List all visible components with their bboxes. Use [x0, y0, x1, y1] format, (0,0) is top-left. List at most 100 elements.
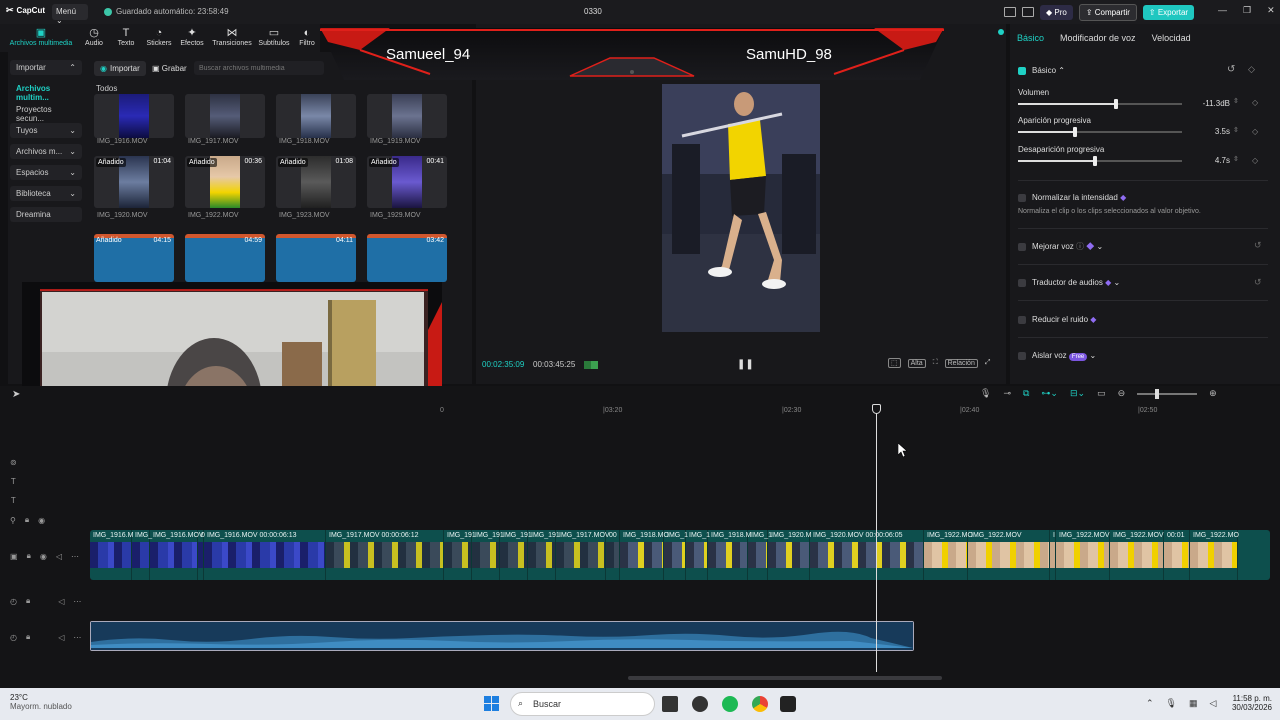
lock-icon[interactable]: ⊚	[10, 458, 17, 467]
more-icon[interactable]: ⋯	[73, 633, 81, 642]
chevron-up-icon[interactable]: ⌃	[1146, 698, 1154, 709]
timeline-clip[interactable]: IMG_1	[748, 530, 772, 580]
tab-transitions[interactable]: ⋈ Transiciones	[210, 27, 254, 47]
reset-icon[interactable]: ↺	[1254, 277, 1262, 288]
layout-icon[interactable]	[1004, 7, 1016, 17]
media-search-input[interactable]	[194, 61, 324, 75]
quality-button[interactable]: Alta	[907, 358, 926, 368]
stepper-icon[interactable]: ⇳	[1233, 97, 1239, 105]
slider-knob[interactable]	[1093, 156, 1098, 166]
timeline-clip[interactable]: IMG_1916.MOV	[150, 530, 204, 580]
reset-icon[interactable]: ↺	[1227, 64, 1235, 75]
zoom-knob[interactable]	[1155, 388, 1160, 399]
reset-icon[interactable]: ↺	[1254, 240, 1262, 251]
zoom-out-icon[interactable]: ⊖	[1118, 388, 1126, 399]
translate-checkbox[interactable]	[1018, 278, 1026, 287]
isolate-voice-row[interactable]: Aislar voz Free ⌄	[1018, 351, 1096, 361]
enhance-checkbox[interactable]	[1018, 242, 1026, 251]
lock-icon[interactable]: 🔒︎	[25, 515, 29, 525]
minimize-icon[interactable]: —	[1218, 5, 1227, 16]
zoom-in-icon[interactable]: ⊕	[1209, 388, 1217, 399]
side-item-subprojects[interactable]: Proyectos secun...	[10, 102, 82, 123]
video-track[interactable]: IMG_1916.M IMG_ IMG_1916.MOV 0 IMG_1916.MOV …	[90, 530, 1270, 580]
video-track-icon[interactable]: ▣	[10, 552, 18, 561]
tab-filter[interactable]: ◐ Filtro	[296, 27, 318, 47]
timeline-clip[interactable]: IMG_1922.MO	[1190, 530, 1239, 580]
export-button[interactable]: ⇧ Exportar	[1142, 4, 1195, 20]
timeline-clip[interactable]: IMG_191	[444, 530, 476, 580]
shortcuts-icon[interactable]	[1022, 7, 1034, 17]
side-item-media[interactable]: Archivos multim...	[10, 81, 82, 102]
media-thumb[interactable]	[94, 94, 174, 138]
magnet-icon[interactable]: ⧉	[1023, 388, 1029, 399]
taskbar-clock[interactable]: 11:58 p. m. 30/03/2026	[1226, 694, 1272, 712]
zoom-slider[interactable]	[1137, 388, 1198, 399]
media-thumb[interactable]	[276, 94, 356, 138]
stepper-icon[interactable]: ⇳	[1233, 155, 1239, 163]
side-item-dreamina[interactable]: Dreamina	[10, 207, 82, 222]
ratio-button[interactable]: Relación	[944, 358, 978, 368]
volume-icon[interactable]: ◁	[1210, 698, 1217, 709]
timeline-clip[interactable]: IMG_191	[472, 530, 504, 580]
isolate-checkbox[interactable]	[1018, 351, 1026, 360]
import-tab[interactable]: ◉ Importar	[94, 61, 146, 76]
enhance-voice-row[interactable]: Mejorar voz ⓘ ◆ ⌄	[1018, 241, 1103, 252]
text-track-icon[interactable]: T	[11, 496, 16, 505]
basic-checkbox[interactable]	[1018, 66, 1026, 75]
share-button[interactable]: ⇪ Compartir	[1078, 3, 1137, 21]
spotify-icon[interactable]	[722, 696, 738, 712]
microphone-icon[interactable]: 🎙︎	[1166, 698, 1177, 709]
windows-start-icon[interactable]	[484, 696, 499, 711]
preview-axis-icon[interactable]: ⊟⌄	[1070, 388, 1085, 399]
more-icon[interactable]: ⋯	[71, 552, 79, 561]
tab-speed[interactable]: Velocidad	[1152, 33, 1191, 43]
keyframe-icon[interactable]: ◇	[1252, 127, 1258, 136]
volume-slider[interactable]	[1018, 99, 1182, 109]
expand-icon[interactable]: ⤢	[985, 359, 991, 367]
timeline-clip[interactable]: IMG_1920.MOV 00:00:06:05	[810, 530, 924, 580]
normalize-row[interactable]: Normalizar la intensidad ◆	[1018, 193, 1126, 202]
record-tab[interactable]: ▣ Grabar	[148, 61, 191, 76]
fadein-value[interactable]: 3.5s	[1190, 127, 1230, 136]
taskbar-search[interactable]: ⌕ Buscar	[510, 692, 655, 716]
side-item-spaces[interactable]: Espacios ⌄	[10, 165, 82, 180]
text-track-icon[interactable]: T	[11, 477, 16, 486]
timeline-clip[interactable]: IMG_1922.MOV	[1056, 530, 1110, 580]
microphone-icon[interactable]: 🎙︎	[980, 388, 991, 399]
audio-thumb[interactable]: 03:42	[367, 234, 447, 282]
eye-icon[interactable]: ◉	[40, 552, 47, 561]
media-thumb[interactable]: Añadido 01:08	[276, 156, 356, 208]
timeline-clip[interactable]: IMG_1920.M	[768, 530, 811, 580]
network-icon[interactable]: ▦	[1189, 698, 1198, 709]
slider-knob[interactable]	[1114, 99, 1119, 109]
timeline-clip[interactable]: IMG_191	[500, 530, 532, 580]
playhead[interactable]	[876, 404, 877, 672]
media-thumb[interactable]	[185, 94, 265, 138]
lock-icon[interactable]: 🔒︎	[26, 632, 30, 642]
app-icon[interactable]	[692, 696, 708, 712]
close-icon[interactable]: ✕	[1267, 5, 1275, 16]
timeline-clip[interactable]: IMG_	[132, 530, 152, 580]
video-preview[interactable]	[662, 84, 820, 332]
pro-button[interactable]: ◆ Pro	[1040, 4, 1073, 20]
reduce-noise-row[interactable]: Reducir el ruido ◆	[1018, 315, 1096, 324]
link-icon[interactable]: ⊸	[1003, 388, 1011, 399]
media-thumb[interactable]: Añadido 00:41	[367, 156, 447, 208]
lock-icon[interactable]: 🔒︎	[26, 596, 30, 606]
tab-audio[interactable]: ◷ Audio	[80, 27, 108, 47]
pause-button[interactable]: ❚❚	[737, 359, 754, 370]
tab-effects[interactable]: ✦ Efectos	[178, 27, 206, 47]
speaker-icon[interactable]: ◁	[58, 597, 64, 606]
side-item-files[interactable]: Archivos m... ⌄	[10, 144, 82, 159]
playhead-handle[interactable]	[872, 404, 881, 414]
stepper-icon[interactable]: ⇳	[1233, 126, 1239, 134]
translate-row[interactable]: Traductor de audios ◆ ⌄	[1018, 278, 1120, 287]
timeline-clip[interactable]: IMG_1922.MO	[924, 530, 973, 580]
audio-thumb[interactable]: Añadido 04:15	[94, 234, 174, 282]
tab-basic[interactable]: Básico	[1017, 33, 1044, 43]
keyframe-icon[interactable]: ◇	[1248, 64, 1255, 75]
timeline-clip[interactable]: IMG_1918.MO	[620, 530, 669, 580]
timeline-clip[interactable]: IMG_1	[664, 530, 688, 580]
crop-icon[interactable]: ⬚	[888, 358, 901, 368]
timeline-clip[interactable]: IMG_1917.MOV 00:00:06:12	[326, 530, 444, 580]
